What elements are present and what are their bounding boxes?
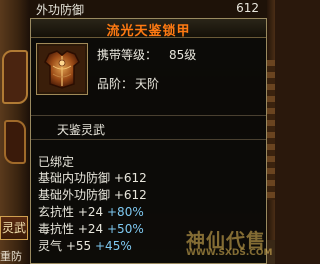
left-ornament-lower: [4, 120, 26, 164]
divider: [31, 139, 266, 140]
outer-defense-value: 612: [236, 1, 259, 15]
item-title: 流光天鉴锁甲: [106, 24, 191, 39]
stat-name: 毒抗性: [38, 222, 75, 236]
carry-level-label: 携带等级：: [97, 48, 158, 62]
right-strip: [267, 60, 275, 200]
divider: [31, 115, 266, 116]
item-slot: [36, 43, 88, 95]
stat-value: +24: [77, 205, 104, 219]
stat-outer-defense: 基础外功防御 +612: [38, 186, 147, 203]
left-bottom-text: 重防: [0, 250, 22, 263]
previous-tooltip-row: 外功防御 612: [30, 0, 267, 19]
stat-bonus: +45%: [95, 239, 132, 253]
left-ornament: [2, 50, 28, 104]
stat-xuan-resist: 玄抗性 +24 +80%: [38, 203, 144, 220]
carry-level-value: 85级: [169, 48, 197, 62]
stat-name: 基础外功防御: [38, 188, 111, 202]
tooltip-title-bar: 流光天鉴锁甲: [31, 19, 266, 39]
stat-poison-resist: 毒抗性 +24 +50%: [38, 220, 144, 237]
stat-name: 灵气: [38, 239, 63, 253]
stat-value: +612: [113, 171, 147, 185]
stat-value: +612: [113, 188, 147, 202]
tier-value: 天阶: [135, 77, 160, 91]
watermark-url: WWW.SXDS.COM: [186, 248, 273, 258]
armor-chestplate-icon: [39, 46, 85, 92]
stat-value: +24: [77, 222, 104, 236]
bound-status: 已绑定: [38, 155, 75, 169]
outer-defense-label: 外功防御: [36, 3, 85, 17]
stat-inner-defense: 基础内功防御 +612: [38, 169, 147, 186]
tier-label: 品阶：: [97, 77, 134, 91]
stat-bonus: +80%: [107, 205, 144, 219]
stat-name: 基础内功防御: [38, 171, 111, 185]
stat-bonus: +50%: [107, 222, 144, 236]
stat-name: 玄抗性: [38, 205, 75, 219]
lingwu-button[interactable]: 灵武: [0, 216, 28, 240]
stat-spirit: 灵气 +55 +45%: [38, 237, 132, 254]
stat-value: +55: [65, 239, 92, 253]
set-name: 天鉴灵武: [57, 123, 106, 137]
